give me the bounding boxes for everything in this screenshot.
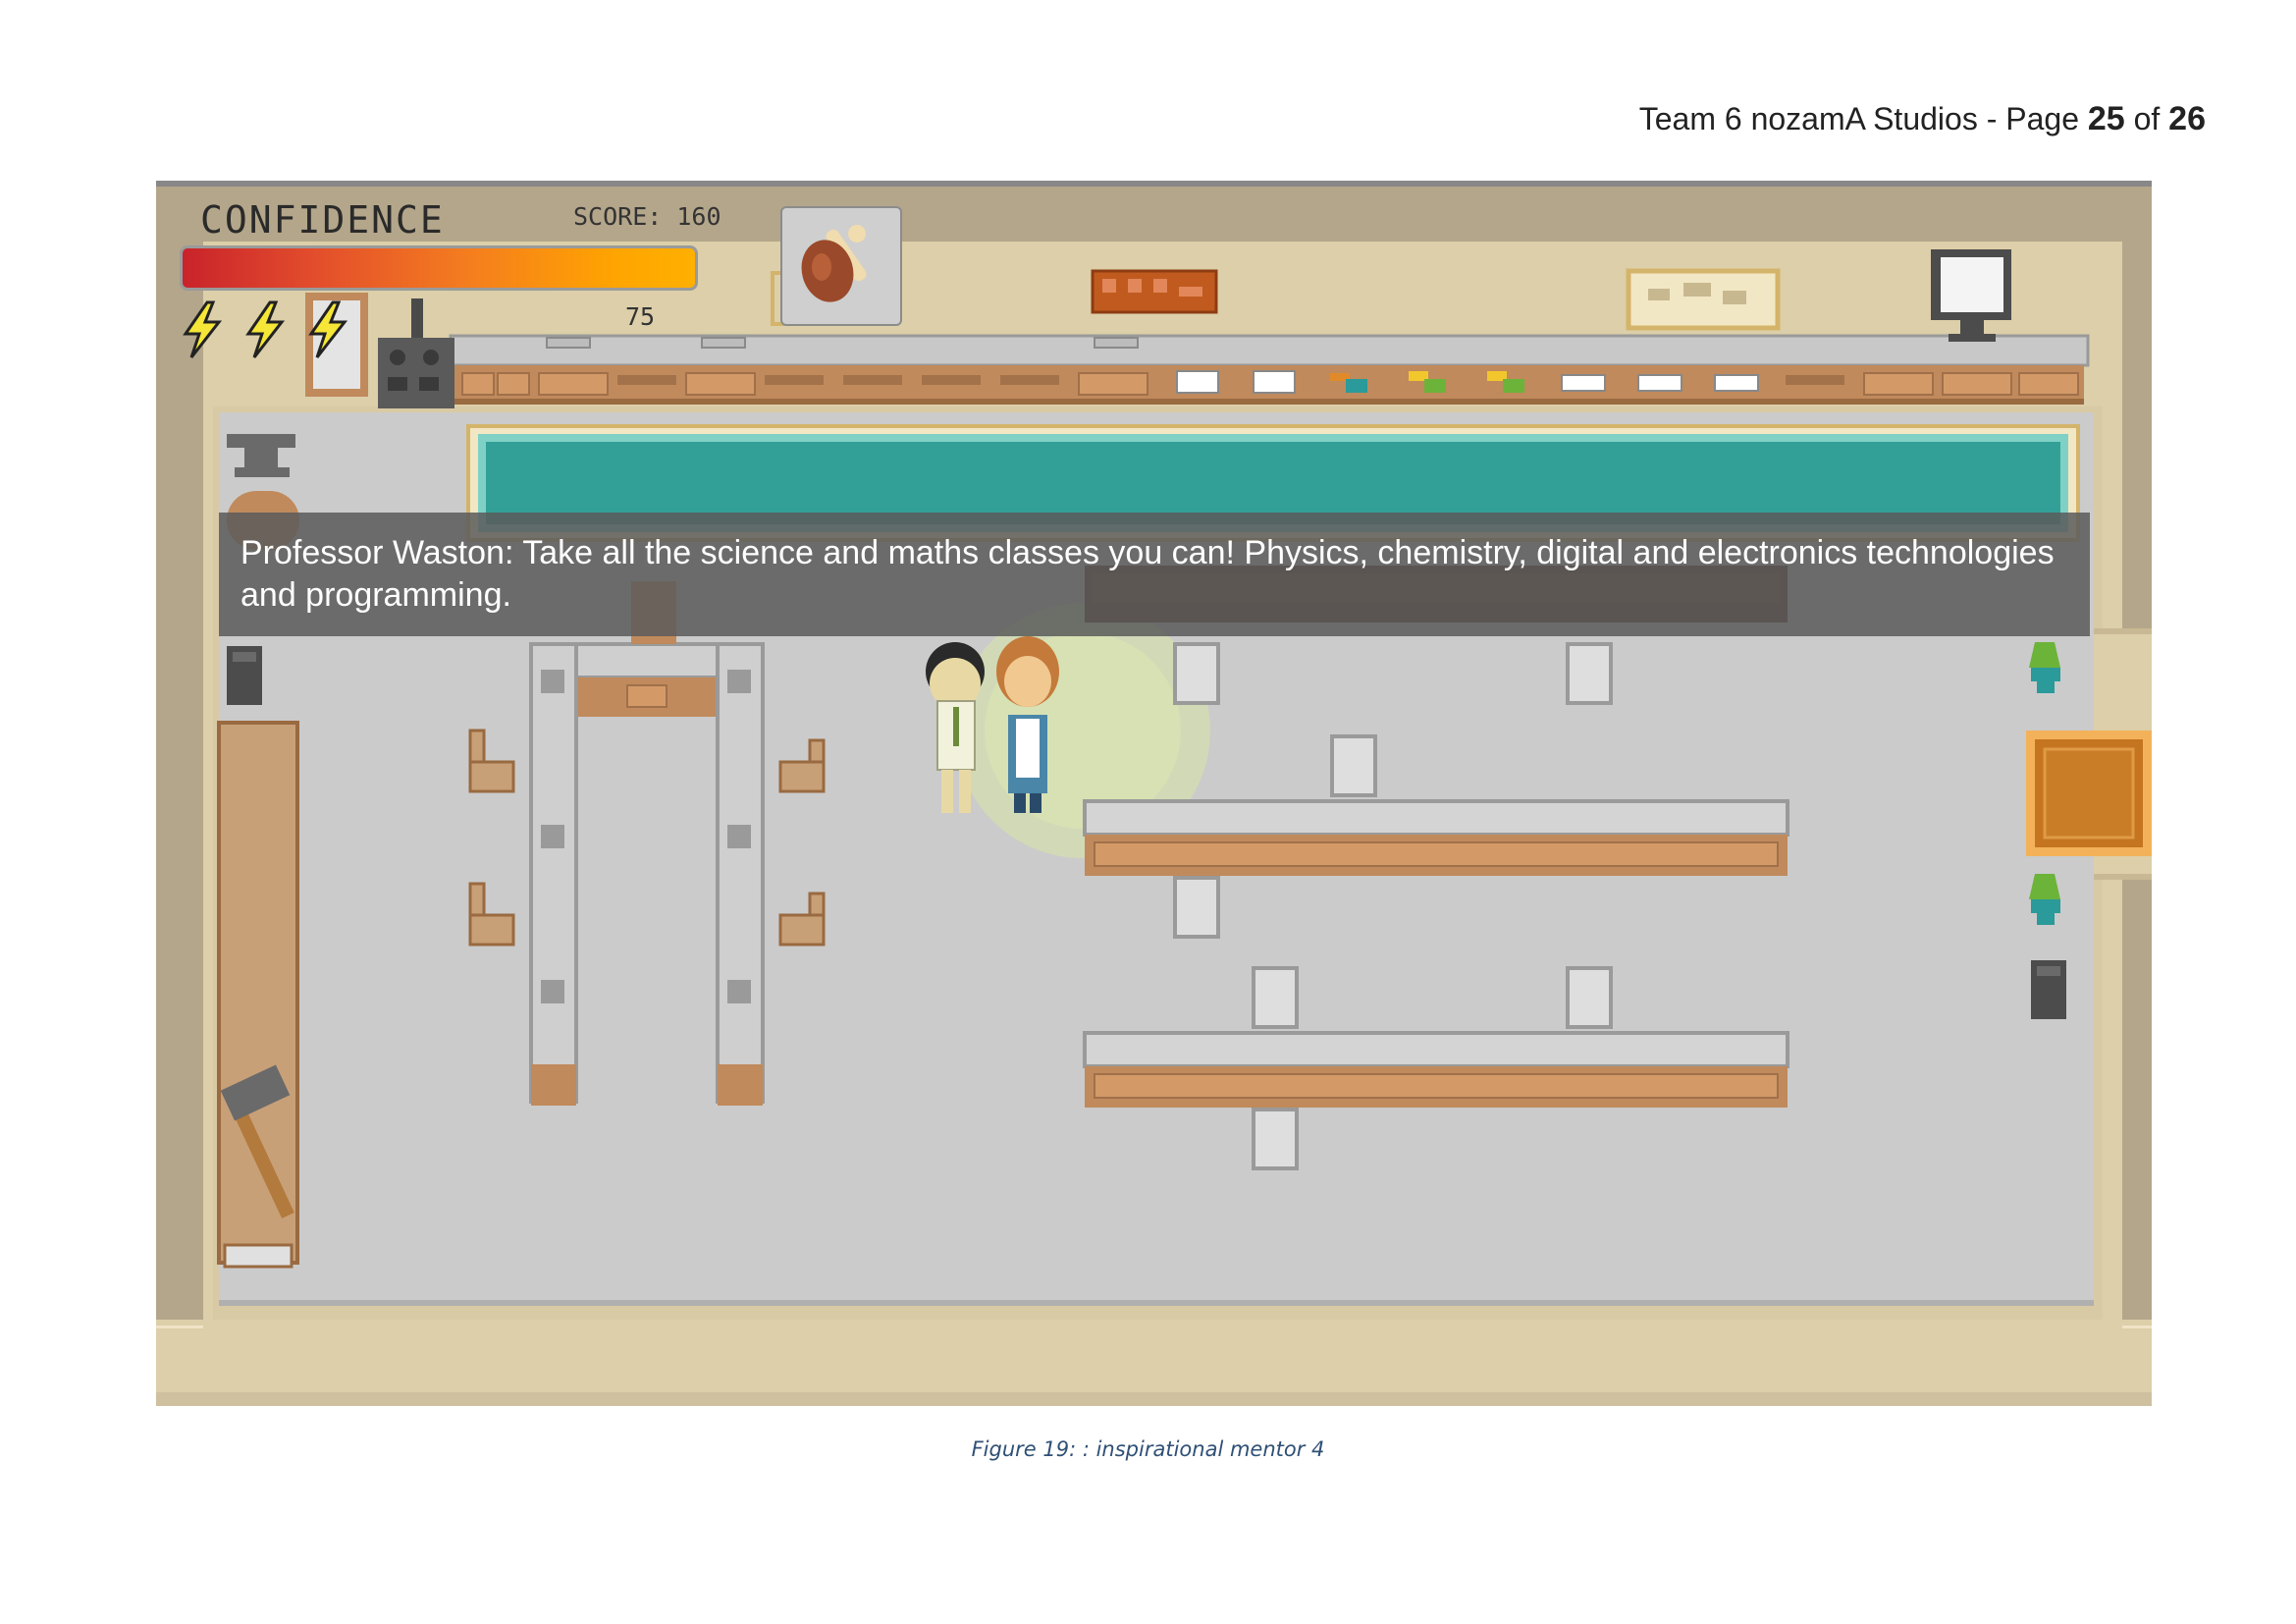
game-screenshot: CONFIDENCE SCORE: 160 75 Professor Wasto… bbox=[156, 181, 2152, 1406]
meat-item-icon bbox=[801, 225, 867, 302]
confidence-bar bbox=[180, 245, 698, 291]
confidence-label: CONFIDENCE bbox=[200, 198, 445, 242]
dialog-box[interactable]: Professor Waston: Take all the science a… bbox=[219, 513, 2090, 636]
figure-caption: Figure 19: : inspirational mentor 4 bbox=[971, 1437, 1325, 1461]
header-of: of bbox=[2124, 101, 2169, 136]
dialog-text: Professor Waston: Take all the science a… bbox=[240, 534, 2055, 614]
page-total: 26 bbox=[2168, 100, 2206, 137]
page-number: 25 bbox=[2087, 100, 2125, 137]
score-display: SCORE: 160 bbox=[573, 202, 721, 231]
confidence-value: 75 bbox=[625, 302, 656, 331]
header-text: Team 6 nozamA Studios - Page bbox=[1638, 101, 2088, 136]
energy-bolt-icon bbox=[308, 300, 348, 358]
inventory-slot[interactable] bbox=[780, 206, 902, 326]
energy-bolt-icon bbox=[245, 300, 286, 358]
page-header: Team 6 nozamA Studios - Page 25 of 26 bbox=[1639, 100, 2206, 138]
game-scene bbox=[156, 181, 2152, 1406]
energy-bolt-icon bbox=[183, 300, 223, 358]
